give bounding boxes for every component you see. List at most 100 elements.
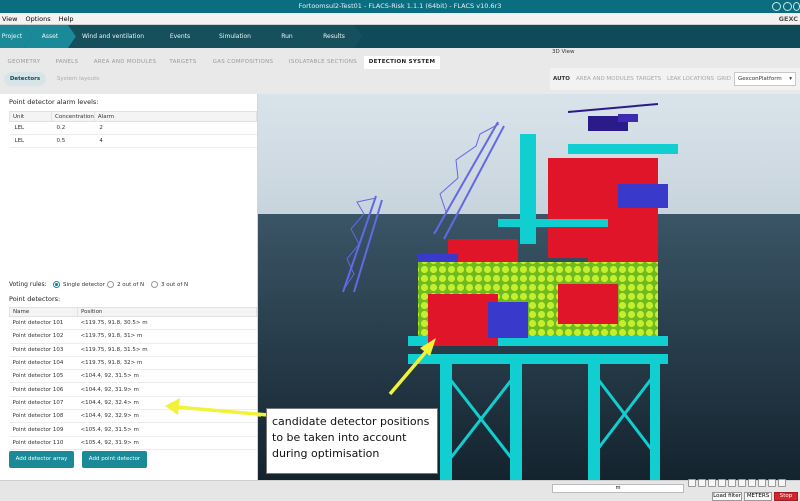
view3d-auto[interactable]: AUTO [553,68,570,90]
tab-isolatable-sections[interactable]: ISOLATABLE SECTIONS [284,56,362,69]
add-detector-array-button[interactable]: Add detector array [9,451,74,468]
detector-header-position[interactable]: Position [77,307,257,317]
step-label: Results [323,33,345,40]
tab-geometry[interactable]: GEOMETRY [4,56,44,69]
alarm-cell: 0.5 [51,134,95,148]
brand-logo: GEXC [778,15,798,23]
menu-bar: View Options Help GEXC [0,13,800,25]
side-view-icon[interactable] [748,479,756,487]
table-row[interactable]: Point detector 105 <104.4, 92, 31.5> m [9,369,257,384]
step-run[interactable]: Run [260,25,314,48]
table-row[interactable]: LEL 0.5 4 [9,134,257,148]
detector-header-name[interactable]: Name [9,307,78,317]
minimize-icon[interactable] [772,2,781,11]
step-simulation[interactable]: Simulation [202,25,268,48]
alarm-levels-title: Point detector alarm levels: [9,98,99,106]
detector-position: <119.75, 91.8, 31> m [77,329,257,344]
view3d-leak-locations[interactable]: LEAK LOCATIONS [667,68,714,90]
alarm-cell: LEL [9,134,52,148]
radio-label: Single detector [63,282,105,288]
alarm-header-concentration[interactable]: Concentration [51,111,95,122]
detector-name: Point detector 107 [9,396,78,411]
detector-name: Point detector 104 [9,356,78,371]
detectors-table: Name Position Point detector 101 <119.75,… [9,307,257,450]
view3d-targets[interactable]: TARGETS [636,68,661,90]
detector-name: Point detector 102 [9,329,78,344]
maximize-icon[interactable] [783,2,792,11]
radio-3-out-of-n[interactable] [151,281,158,288]
workflow-steps: Project Asset Wind and ventilation Event… [0,25,800,48]
alarm-cell: 4 [94,134,257,148]
window-title-bar: Fortoomsul2-Test01 - FLACS-Risk 1.1.1 (6… [0,0,800,13]
tab-detection-system[interactable]: DETECTION SYSTEM [364,56,440,69]
perspective-icon[interactable] [758,479,766,487]
rotate-icon[interactable] [688,479,696,487]
radio-label: 2 out of N [117,282,145,288]
alarm-cell: LEL [9,121,52,135]
tab-targets[interactable]: TARGETS [165,56,201,69]
menu-help[interactable]: Help [59,15,74,23]
table-row[interactable]: LEL 0.2 2 [9,121,257,135]
view-toolbar-icons [552,479,800,489]
front-view-icon[interactable] [738,479,746,487]
detector-name: Point detector 109 [9,422,78,437]
step-label: Wind and ventilation [81,33,145,40]
table-row[interactable]: Point detector 103 <119.75, 91.8, 31.5> m [9,343,257,357]
tab-area-and-modules[interactable]: AREA AND MODULES [90,56,160,69]
zoom-icon[interactable] [708,479,716,487]
tab-panels[interactable]: PANELS [50,56,84,69]
pan-icon[interactable] [698,479,706,487]
subtab-system-layouts[interactable]: System layouts [50,72,106,86]
settings-icon[interactable] [778,479,786,487]
step-label: Project [1,33,23,40]
step-events[interactable]: Events [150,25,210,48]
detector-position: <104.4, 92, 31.5> m [77,369,257,384]
view3d-grid[interactable]: GRID [717,68,731,90]
voting-rules: Voting rules: Single detector 2 out of N… [9,280,188,290]
menu-options[interactable]: Options [26,15,51,23]
detector-name: Point detector 108 [9,409,78,424]
fit-view-icon[interactable] [718,479,726,487]
geometry-select[interactable]: GexconPlatform ▾ [734,72,796,86]
step-label: Asset [41,33,59,40]
view3d-label: 3D View [552,49,575,55]
voting-label: Voting rules: [9,281,47,288]
callout-line: to be taken into account [272,431,407,444]
subtab-detectors[interactable]: Detectors [4,72,46,86]
detector-name: Point detector 105 [9,369,78,384]
detector-name: Point detector 103 [9,343,78,357]
point-detectors-title: Point detectors: [9,295,61,303]
table-row[interactable]: Point detector 102 <119.75, 91.8, 31> m [9,329,257,344]
menu-view[interactable]: View [2,15,17,23]
window-title: Fortoomsul2-Test01 - FLACS-Risk 1.1.1 (6… [298,2,502,10]
detector-name: Point detector 106 [9,382,78,397]
step-wind-and-ventilation[interactable]: Wind and ventilation [68,25,158,48]
callout-line: during optimisation [272,447,380,460]
view3d-area-and-modules[interactable]: AREA AND MODULES [576,68,634,90]
alarm-header-unit[interactable]: Unit [9,111,52,122]
top-view-icon[interactable] [728,479,736,487]
tab-gas-compositions[interactable]: GAS COMPOSITIONS [210,56,276,69]
table-row[interactable]: Point detector 110 <105.4, 92, 31.9> m [9,436,257,450]
close-icon[interactable] [793,2,800,11]
camera-icon[interactable] [768,479,776,487]
detector-position: <119.75, 91.8, 32> m [77,356,257,371]
alarm-table: Unit Concentration Alarm LEL 0.2 2 LEL 0… [9,111,258,148]
detector-position: <105.4, 92, 31.9> m [77,436,257,450]
step-label: Simulation [219,33,251,40]
detector-name: Point detector 101 [9,316,78,331]
radio-single-detector[interactable] [53,281,60,288]
alarm-cell: 0.2 [51,121,95,135]
detector-position: <119.75, 91.8, 30.5> m [77,316,257,331]
asset-tabs: GEOMETRY PANELS AREA AND MODULES TARGETS… [0,56,550,69]
add-point-detector-button[interactable]: Add point detector [82,451,147,468]
alarm-header-alarm[interactable]: Alarm [93,111,258,122]
radio-2-out-of-n[interactable] [107,281,114,288]
radio-label: 3 out of N [161,282,189,288]
step-results[interactable]: Results [306,25,362,48]
table-row[interactable]: Point detector 104 <119.75, 91.8, 32> m [9,356,257,371]
detector-name: Point detector 110 [9,436,78,450]
alarm-cell: 2 [94,121,257,135]
table-row[interactable]: Point detector 101 <119.75, 91.8, 30.5> m [9,316,257,331]
view3d-toolbar: AUTO AREA AND MODULES TARGETS LEAK LOCAT… [550,68,800,90]
